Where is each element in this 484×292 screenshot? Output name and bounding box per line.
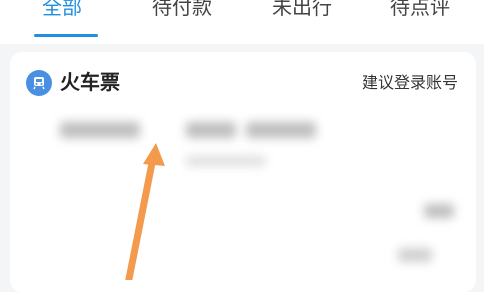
arrow-head-icon xyxy=(143,143,165,166)
annotation-arrow xyxy=(125,143,165,280)
